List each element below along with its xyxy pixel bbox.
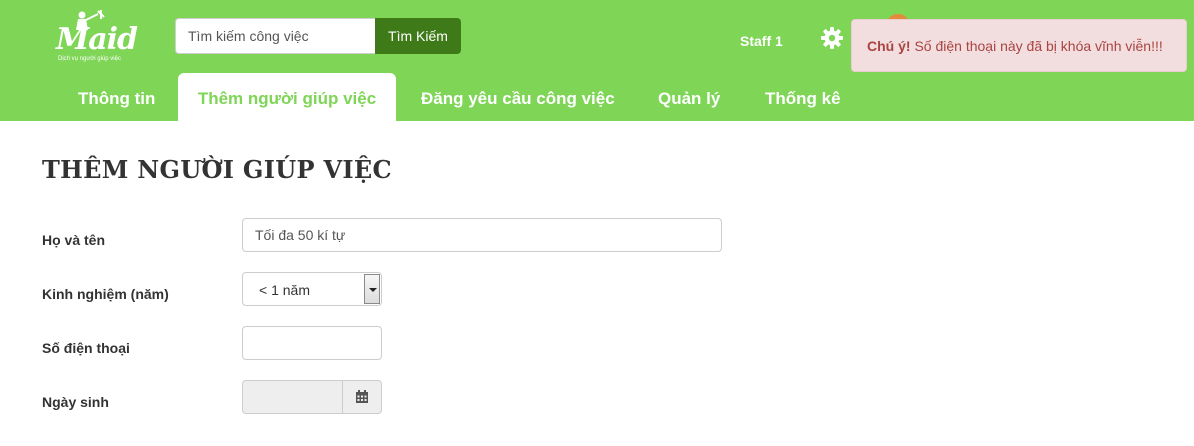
logo-tagline: Dịch vụ người giúp việc [58,56,121,62]
birthdate-picker[interactable] [242,380,382,414]
tab-dang-yeu-cau-cong-viec[interactable]: Đăng yêu cầu công việc [421,73,615,121]
birthdate-label: Ngày sinh [42,394,109,410]
maid-logo[interactable]: Maid Dịch vụ người giúp việc [52,10,152,66]
search-input[interactable] [175,18,376,54]
experience-label: Kinh nghiệm (năm) [42,286,169,302]
logo-wordmark: Maid [56,22,138,57]
full-name-input[interactable] [242,218,722,252]
calendar-button[interactable] [342,380,382,414]
tab-thong-ke[interactable]: Thống kê [765,73,841,121]
search-button[interactable]: Tìm Kiếm [375,18,461,54]
tab-them-nguoi-giup-viec[interactable]: Thêm người giúp việc [178,73,396,121]
user-name-link[interactable]: Staff 1 [740,33,783,49]
full-name-label: Họ và tên [42,232,106,248]
chevron-down-icon[interactable] [364,274,380,304]
tab-thong-tin[interactable]: Thông tin [78,73,155,121]
birthdate-input[interactable] [242,380,343,414]
gear-icon[interactable] [820,26,844,50]
phone-input[interactable] [242,326,382,360]
experience-selected-value: < 1 năm [259,282,310,298]
phone-label: Số điện thoại [42,340,130,356]
page-title: THÊM NGƯỜI GIÚP VIỆC [42,155,392,184]
experience-select[interactable]: < 1 năm [242,272,382,306]
tab-quan-ly[interactable]: Quản lý [658,73,720,121]
alert-strong-text: Chú ý! [867,38,911,54]
warning-alert: Chú ý! Số điện thoại này đã bị khóa vĩnh… [851,19,1187,72]
calendar-icon [356,390,368,403]
alert-message: Số điện thoại này đã bị khóa vĩnh viễn!!… [910,38,1163,54]
